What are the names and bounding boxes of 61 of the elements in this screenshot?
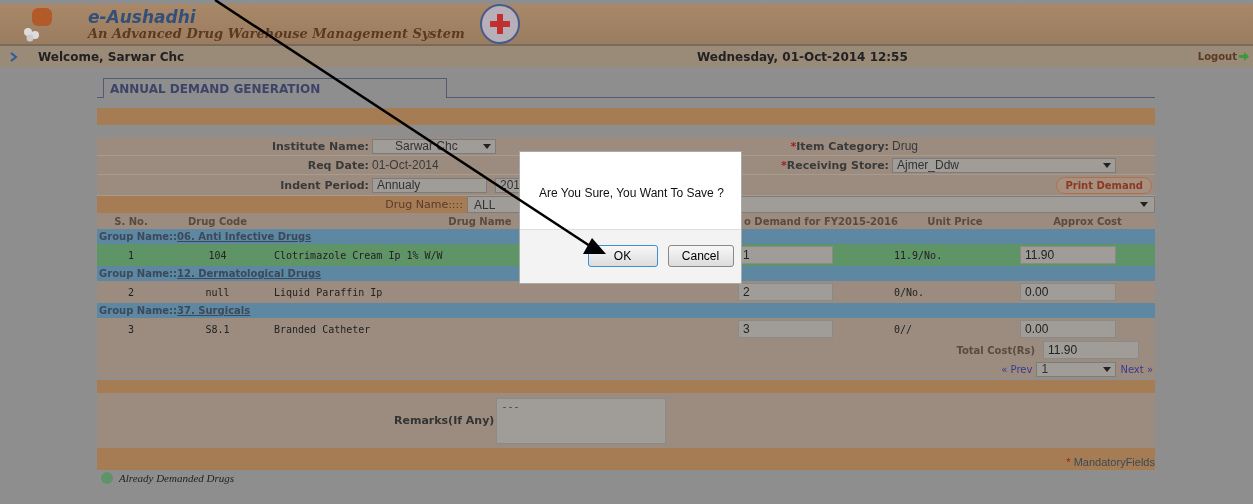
cancel-button[interactable]: Cancel [667,245,734,268]
caret-icon [1103,162,1111,168]
column-header: Drug Name [447,215,513,227]
quantity-field[interactable]: 3 [738,320,833,338]
field-label: Req Date: [306,158,370,172]
field-label: Institute Name: [270,139,370,153]
column-header: S. No. [113,215,149,227]
field-value: Drug [892,139,919,153]
table-cell-text: Branded Catheter [273,323,371,335]
app-name: e-Aushadhi [88,7,197,26]
caret-icon [483,143,491,149]
column-header: o Demand for FY2015-2016 [744,215,898,227]
table-cell-text: 0/No. [893,286,925,298]
cost-field[interactable]: 11.90 [1020,246,1116,264]
table-cell-text: Clotrimazole Cream Ip 1% W/W [273,249,443,261]
quantity-field[interactable]: 2 [738,283,833,301]
table-cell: S8.1 [205,323,230,335]
column-header: Approx Cost [1052,215,1123,227]
chevron-icon [10,51,18,62]
store-select[interactable]: Ajmer_Ddw [892,157,1116,173]
logout-link[interactable]: Logout [1197,51,1249,62]
page-tab[interactable]: ANNUAL DEMAND GENERATION [103,78,447,98]
print-demand-button[interactable]: Print Demand [1056,176,1152,194]
group-link[interactable]: 37. Surgicals [177,305,251,316]
page-select[interactable]: 1 [1036,361,1117,377]
caret-icon [1103,366,1112,372]
period-select[interactable]: Annualy [372,177,487,193]
group-label: Group Name:: [99,305,178,316]
date-time: Wednesday, 01-Oct-2014 12:55 [697,49,908,64]
prev-link[interactable]: « Prev [1001,363,1033,375]
drug-name-label: Drug Name:::: [97,196,467,213]
legend-dot [101,472,113,484]
table-cell: 3 [128,323,134,335]
group-label: Group Name:: [99,231,178,242]
table-cell: 1 [128,249,134,261]
ok-button[interactable]: OK [587,245,658,268]
caret-icon [1140,202,1148,207]
table-cell: 104 [208,249,227,261]
cost-field[interactable]: 0.00 [1020,283,1116,301]
total-field: 11.90 [1043,341,1139,359]
next-link[interactable]: Next » [1120,363,1153,375]
table-cell: null [205,286,230,298]
total-label: Total Cost(Rs) [956,344,1035,356]
table-cell: 2 [128,286,134,298]
table-cell-text: Liquid Paraffin Ip [273,286,383,298]
field-label: Indent Period: [279,178,370,192]
group-label: Group Name:: [99,268,178,279]
exit-arrow-icon [1239,52,1249,61]
table-cell-text: 0// [893,323,913,335]
field-value: 01-Oct-2014 [372,158,440,172]
cost-field[interactable]: 0.00 [1020,320,1116,338]
remarks-label: Remarks(If Any) [394,414,495,427]
field-label: *Receiving Store: [780,158,890,172]
remarks-field[interactable]: --- [496,397,667,444]
welcome-text: Welcome, Sarwar Chc [38,49,185,64]
table-cell-text: 11.9/No. [893,249,943,261]
field-label: *Item Category: [789,139,890,153]
legend-text: Already Demanded Drugs [119,472,235,484]
column-header: Drug Code [186,215,249,227]
mandatory-note: * MandatoryFields [1066,456,1155,470]
emblem-icon [478,3,521,45]
